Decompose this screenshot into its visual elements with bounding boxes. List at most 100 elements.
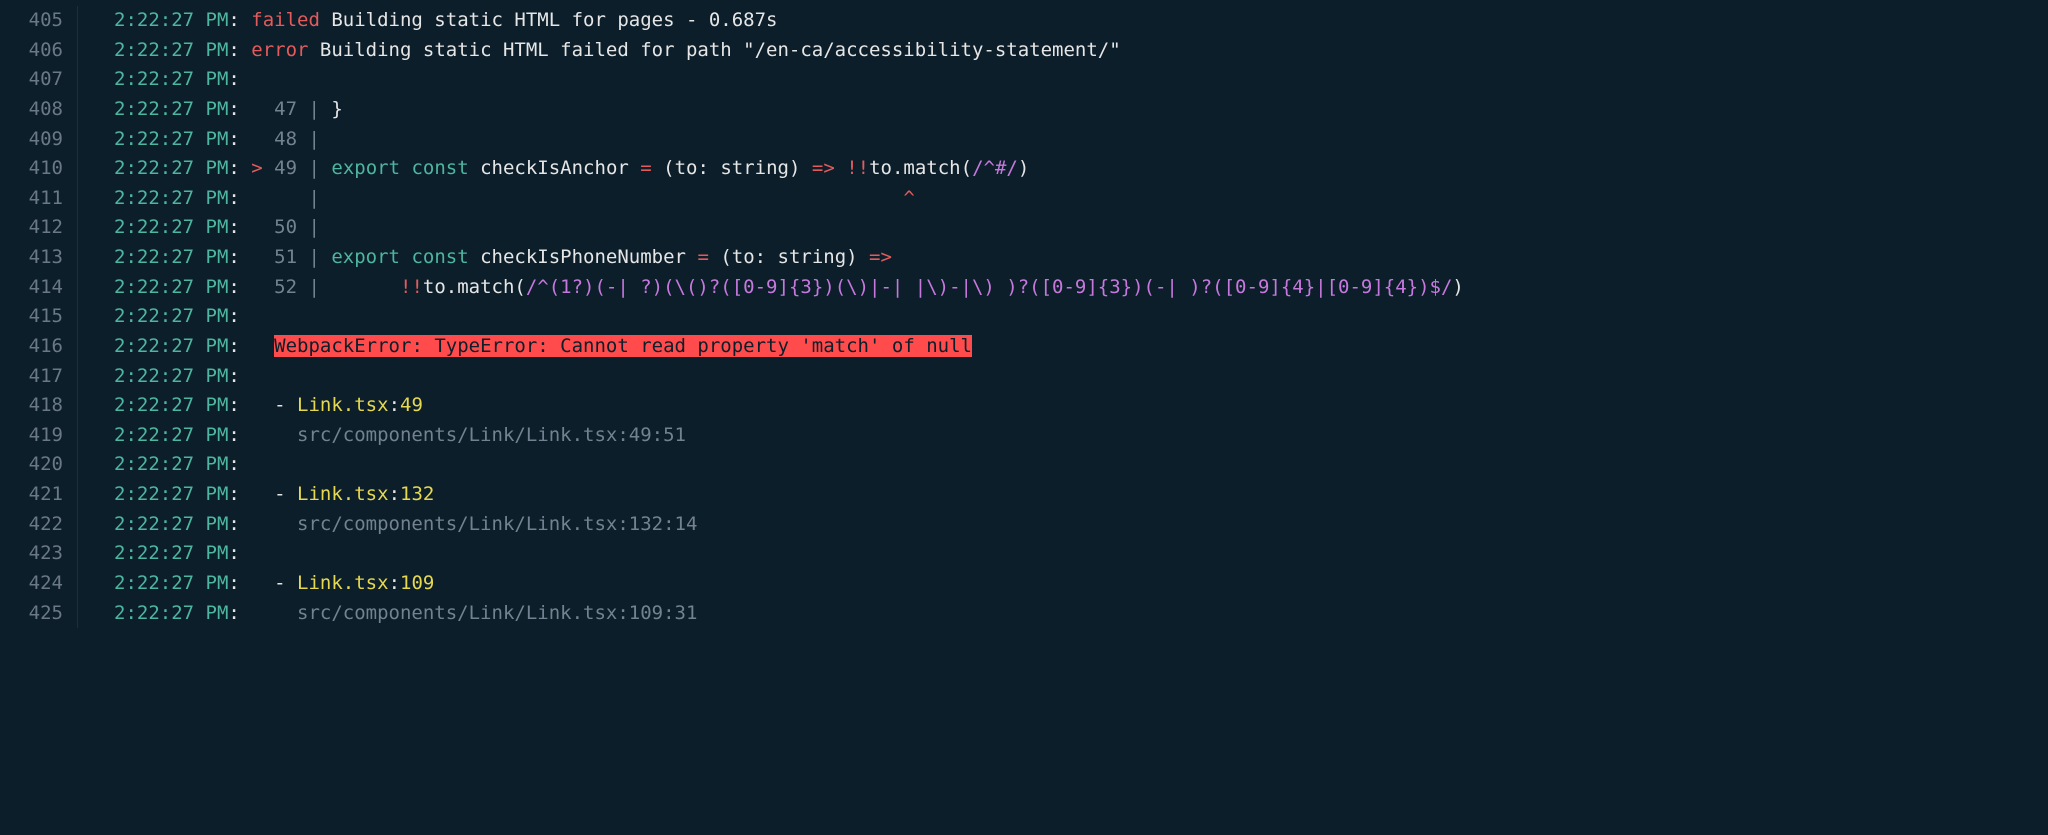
log-segment: failed [251, 9, 320, 31]
line-number: 414 [0, 273, 78, 303]
timestamp: 2:22:27 PM [114, 572, 228, 594]
log-row[interactable]: 4182:22:27 PM: - Link.tsx:49 [0, 391, 2048, 421]
log-content: 2:22:27 PM: - Link.tsx:109 [78, 569, 2048, 599]
log-segment: = [640, 157, 651, 179]
log-row[interactable]: 4152:22:27 PM: [0, 302, 2048, 332]
timestamp-colon: : [228, 483, 251, 505]
log-row[interactable]: 4082:22:27 PM: 47 | } [0, 95, 2048, 125]
line-number: 412 [0, 213, 78, 243]
log-segment: - [251, 572, 297, 594]
timestamp-colon: : [228, 9, 251, 31]
log-row[interactable]: 4102:22:27 PM: > 49 | export const check… [0, 154, 2048, 184]
log-content: 2:22:27 PM: failed Building static HTML … [78, 6, 2048, 36]
log-row[interactable]: 4092:22:27 PM: 48 | [0, 125, 2048, 155]
line-number: 416 [0, 332, 78, 362]
log-content: 2:22:27 PM: - Link.tsx:49 [78, 391, 2048, 421]
line-number: 419 [0, 421, 78, 451]
log-content: 2:22:27 PM: WebpackError: TypeError: Can… [78, 332, 2048, 362]
log-row[interactable]: 4252:22:27 PM: src/components/Link/Link.… [0, 599, 2048, 629]
log-content: 2:22:27 PM: src/components/Link/Link.tsx… [78, 599, 2048, 629]
log-content: 2:22:27 PM: - Link.tsx:132 [78, 480, 2048, 510]
timestamp-colon: : [228, 276, 251, 298]
log-row[interactable]: 4072:22:27 PM: [0, 65, 2048, 95]
log-row[interactable]: 4052:22:27 PM: failed Building static HT… [0, 6, 2048, 36]
log-segment: Link.tsx [297, 483, 389, 505]
log-segment: const [411, 157, 468, 179]
log-content: 2:22:27 PM: src/components/Link/Link.tsx… [78, 510, 2048, 540]
log-segment: src/components/Link/Link.tsx:49:51 [251, 424, 686, 446]
log-row[interactable]: 4142:22:27 PM: 52 | !!to.match(/^(1?)(-|… [0, 273, 2048, 303]
timestamp-colon: : [228, 157, 251, 179]
log-row[interactable]: 4062:22:27 PM: error Building static HTM… [0, 36, 2048, 66]
log-segment: - [251, 483, 297, 505]
log-content: 2:22:27 PM: 52 | !!to.match(/^(1?)(-| ?)… [78, 273, 2048, 303]
log-segment: src/components/Link/Link.tsx:132:14 [251, 513, 697, 535]
timestamp: 2:22:27 PM [114, 335, 228, 357]
log-segment: export [331, 246, 400, 268]
log-content: 2:22:27 PM: [78, 65, 2048, 95]
log-segment: !! [846, 157, 869, 179]
log-content: 2:22:27 PM: [78, 362, 2048, 392]
log-segment: : [389, 572, 400, 594]
line-number: 421 [0, 480, 78, 510]
log-segment [331, 276, 400, 298]
timestamp-colon: : [228, 602, 251, 624]
log-content: 2:22:27 PM: error Building static HTML f… [78, 36, 2048, 66]
line-number: 423 [0, 539, 78, 569]
log-row[interactable]: 4162:22:27 PM: WebpackError: TypeError: … [0, 332, 2048, 362]
line-number: 420 [0, 450, 78, 480]
timestamp-colon: : [228, 335, 251, 357]
line-number: 410 [0, 154, 78, 184]
log-segment: 47 | [251, 98, 331, 120]
timestamp: 2:22:27 PM [114, 9, 228, 31]
log-segment: to.match( [423, 276, 526, 298]
line-number: 406 [0, 36, 78, 66]
log-content: 2:22:27 PM: 48 | [78, 125, 2048, 155]
log-segment: = [697, 246, 708, 268]
log-segment: : [389, 394, 400, 416]
line-number: 415 [0, 302, 78, 332]
log-segment: const [411, 246, 468, 268]
log-row[interactable]: 4122:22:27 PM: 50 | [0, 213, 2048, 243]
timestamp-colon: : [228, 39, 251, 61]
log-row[interactable]: 4242:22:27 PM: - Link.tsx:109 [0, 569, 2048, 599]
log-segment: checkIsAnchor [469, 157, 641, 179]
log-row[interactable]: 4172:22:27 PM: [0, 362, 2048, 392]
line-number: 411 [0, 184, 78, 214]
log-segment: Link.tsx [297, 394, 389, 416]
log-row[interactable]: 4232:22:27 PM: [0, 539, 2048, 569]
timestamp: 2:22:27 PM [114, 98, 228, 120]
line-number: 418 [0, 391, 78, 421]
log-row[interactable]: 4212:22:27 PM: - Link.tsx:132 [0, 480, 2048, 510]
timestamp-colon: : [228, 365, 251, 387]
log-segment: => [869, 246, 892, 268]
log-segment: (to: string) [652, 157, 812, 179]
line-number: 424 [0, 569, 78, 599]
timestamp-colon: : [228, 98, 251, 120]
timestamp: 2:22:27 PM [114, 365, 228, 387]
timestamp-colon: : [228, 424, 251, 446]
log-content: 2:22:27 PM: | ^ [78, 184, 2048, 214]
log-row[interactable]: 4192:22:27 PM: src/components/Link/Link.… [0, 421, 2048, 451]
timestamp: 2:22:27 PM [114, 39, 228, 61]
log-segment: } [331, 98, 342, 120]
log-segment: - [251, 394, 297, 416]
log-segment: /^#/ [972, 157, 1018, 179]
timestamp-colon: : [228, 128, 251, 150]
log-segment [251, 335, 274, 357]
log-segment: > [251, 157, 262, 179]
log-segment: : [389, 483, 400, 505]
timestamp: 2:22:27 PM [114, 187, 228, 209]
timestamp: 2:22:27 PM [114, 68, 228, 90]
log-row[interactable]: 4202:22:27 PM: [0, 450, 2048, 480]
log-segment: 49 [400, 394, 423, 416]
log-segment: ) [1018, 157, 1029, 179]
log-segment: src/components/Link/Link.tsx:109:31 [251, 602, 697, 624]
line-number: 417 [0, 362, 78, 392]
timestamp: 2:22:27 PM [114, 157, 228, 179]
log-segment: 49 | [263, 157, 332, 179]
log-row[interactable]: 4222:22:27 PM: src/components/Link/Link.… [0, 510, 2048, 540]
log-row[interactable]: 4112:22:27 PM: | ^ [0, 184, 2048, 214]
log-segment: ^ [903, 187, 914, 209]
log-row[interactable]: 4132:22:27 PM: 51 | export const checkIs… [0, 243, 2048, 273]
